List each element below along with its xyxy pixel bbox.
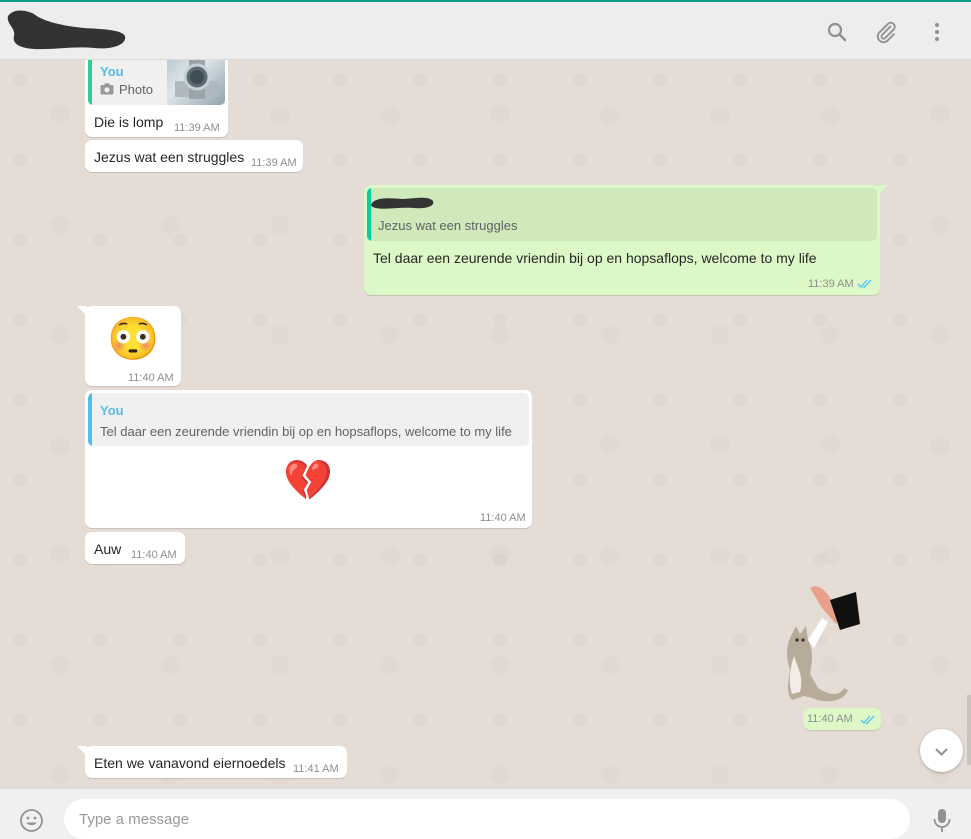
message-text: Auw	[94, 541, 122, 557]
quote-photo-label: Photo	[119, 82, 153, 97]
message-text: Tel daar een zeurende vriendin bij op en…	[373, 250, 817, 266]
message-input-placeholder: Type a message	[79, 811, 190, 828]
read-receipt-icon	[857, 279, 872, 289]
message-input[interactable]: Type a message	[64, 799, 910, 839]
mic-icon[interactable]	[930, 807, 954, 833]
read-receipt-icon	[860, 715, 875, 725]
message-time: 11:39 AM	[174, 122, 220, 134]
chat-header	[0, 0, 971, 60]
message-time: 11:39 AM	[808, 278, 854, 290]
message-time: 11:40 AM	[480, 512, 526, 524]
scroll-down-button[interactable]	[920, 729, 963, 772]
bubble-tail	[878, 185, 888, 195]
camera-icon	[100, 83, 114, 95]
message-text: Die is lomp	[94, 114, 164, 130]
menu-icon[interactable]	[925, 20, 949, 44]
quote-bar	[88, 393, 92, 446]
bubble-tail	[77, 746, 87, 756]
quote-text: Jezus wat een struggles	[378, 218, 518, 233]
message-time: 11:40 AM	[807, 713, 853, 725]
attach-icon[interactable]	[874, 20, 898, 44]
message-bubble-incoming[interactable]: Eten we vanavond eiernoedels 11:41 AM	[77, 746, 347, 778]
bubble-tail	[77, 306, 87, 316]
scrollbar[interactable]	[967, 695, 971, 765]
redacted-quote-author	[371, 197, 434, 209]
emoji-icon[interactable]	[19, 808, 44, 833]
message-text: Jezus wat een struggles	[94, 149, 245, 165]
message-bubble-outgoing[interactable]: Jezus wat een struggles Tel daar een zeu…	[364, 185, 888, 295]
quoted-message[interactable]: You Photo	[88, 60, 225, 105]
quote-author: You	[100, 64, 124, 79]
chevron-down-icon	[935, 748, 948, 756]
cat-high-five-sticker	[787, 586, 860, 702]
message-text: Eten we vanavond eiernoedels	[94, 755, 286, 771]
message-bubble-incoming[interactable]: You Tel daar een zeurende vriendin bij o…	[85, 390, 532, 528]
redacted-contact-name[interactable]	[4, 4, 128, 52]
message-time: 11:39 AM	[251, 157, 297, 169]
message-composer: Type a message	[0, 789, 971, 839]
message-emoji: 😳	[107, 315, 160, 362]
message-bubble-incoming[interactable]: You Photo Die is lomp 11:39 AM	[85, 60, 228, 137]
quoted-message[interactable]: You Tel daar een zeurende vriendin bij o…	[88, 393, 529, 446]
message-bubble-incoming[interactable]: 😳 11:40 AM	[77, 306, 181, 386]
quote-author: You	[100, 403, 124, 418]
sticker-time-chip: 11:40 AM	[803, 708, 881, 730]
sticker-message-outgoing[interactable]: 11:40 AM	[770, 578, 882, 730]
message-list[interactable]: You Photo Die is lomp 11:39 AM Jezus wat…	[0, 60, 971, 789]
quoted-photo-thumbnail	[167, 60, 225, 105]
quoted-message[interactable]: Jezus wat een struggles	[367, 188, 877, 241]
quote-text: Tel daar een zeurende vriendin bij op en…	[100, 424, 512, 439]
message-time: 11:40 AM	[131, 549, 177, 561]
search-icon[interactable]	[825, 20, 849, 44]
message-emoji: 💔	[283, 459, 333, 503]
message-bubble-incoming[interactable]: Auw 11:40 AM	[85, 532, 185, 564]
message-bubble-incoming[interactable]: Jezus wat een struggles 11:39 AM	[85, 140, 303, 172]
message-time: 11:41 AM	[293, 763, 339, 775]
quote-bar	[88, 60, 92, 105]
message-time: 11:40 AM	[128, 372, 174, 384]
